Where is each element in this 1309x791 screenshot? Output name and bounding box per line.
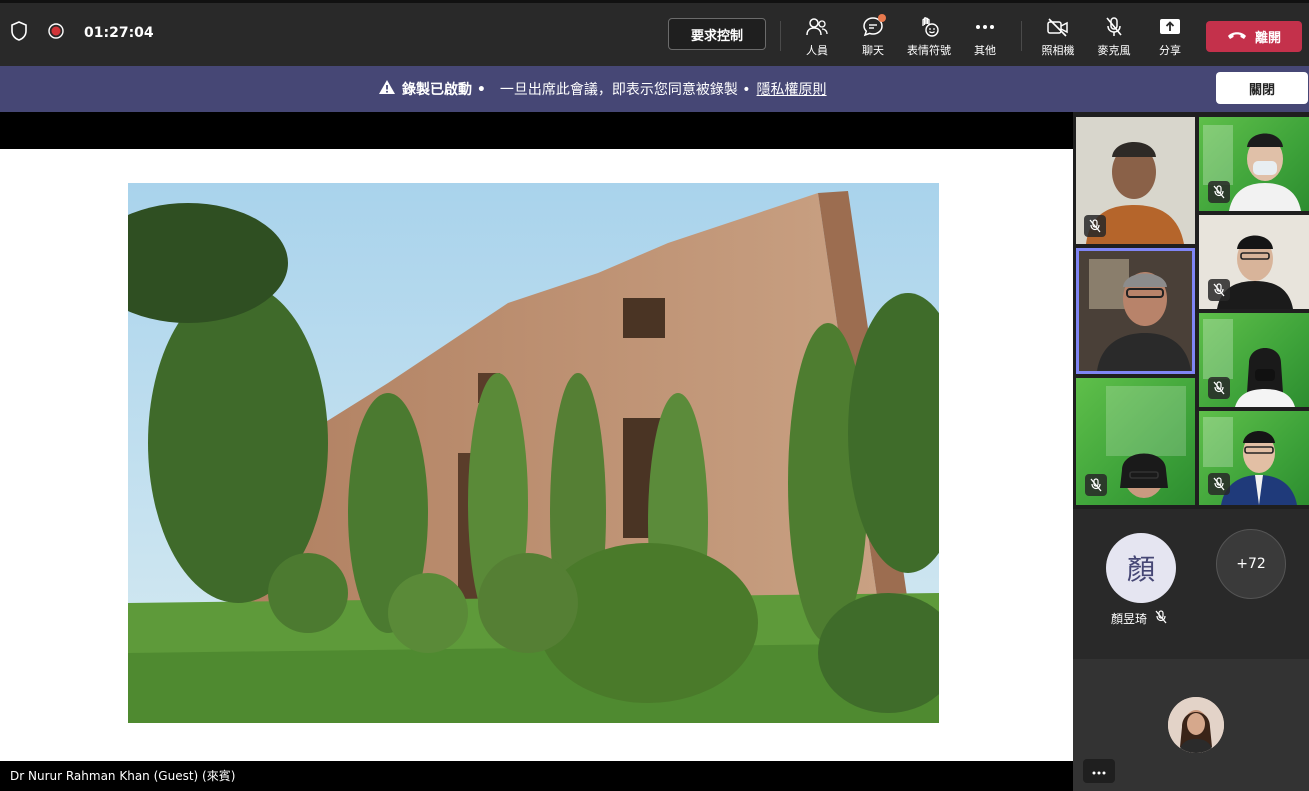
recording-banner: 錄製已啟動 • 一旦出席此會議，即表示您同意被錄製 • 隱私權原則 關閉 — [0, 66, 1309, 112]
leave-label: 離開 — [1254, 31, 1281, 46]
toolbar-divider — [780, 21, 781, 51]
building-photo — [128, 183, 939, 723]
leave-button[interactable]: 離開 — [1206, 21, 1302, 52]
camera-off-icon — [1046, 15, 1070, 39]
shared-content-stage: Dr Nurur Rahman Khan (Guest) (來賓) — [0, 112, 1073, 791]
share-icon — [1159, 15, 1181, 39]
more-participants-button[interactable]: +72 — [1216, 529, 1286, 599]
camera-button[interactable]: 照相機 — [1028, 15, 1088, 63]
more-label: 其他 — [974, 44, 996, 57]
audio-participants-row: 顏 顏昱琦 +72 — [1073, 509, 1309, 659]
muted-mic-icon — [1084, 215, 1106, 237]
close-banner-button[interactable]: 關閉 — [1216, 72, 1308, 104]
self-avatar[interactable] — [1168, 697, 1224, 753]
chat-label: 聊天 — [862, 44, 884, 57]
recording-icon — [48, 23, 64, 43]
meeting-status: 01:27:04 — [10, 21, 154, 45]
self-preview-area — [1073, 659, 1309, 791]
muted-mic-icon — [1155, 609, 1167, 628]
participants-gallery: 顏 顏昱琦 +72 — [1073, 112, 1309, 791]
toolbar-divider — [1021, 21, 1022, 51]
muted-mic-icon — [1208, 279, 1230, 301]
consent-text: 一旦出席此會議，即表示您同意被錄製 • — [499, 82, 751, 98]
muted-mic-icon — [1208, 377, 1230, 399]
more-icon — [975, 15, 995, 39]
unread-dot — [878, 14, 886, 22]
teams-meeting-window: 01:27:04 要求控制 人員 聊天 表情符號 其他 照相機 麥克風 分享 離… — [0, 0, 1309, 791]
meeting-timer: 01:27:04 — [84, 25, 154, 41]
presentation-slide — [0, 149, 1073, 761]
participant-video-tile[interactable] — [1199, 215, 1309, 309]
active-speaker-video-tile[interactable] — [1076, 248, 1195, 374]
participant-video-tile[interactable] — [1199, 411, 1309, 505]
self-options-button[interactable] — [1083, 759, 1115, 783]
muted-mic-icon — [1208, 181, 1230, 203]
share-button[interactable]: 分享 — [1140, 15, 1200, 63]
muted-mic-icon — [1208, 473, 1230, 495]
microphone-label: 麥克風 — [1097, 44, 1131, 57]
reactions-icon — [917, 15, 941, 39]
hang-up-icon — [1227, 29, 1247, 44]
people-icon — [805, 15, 829, 39]
people-label: 人員 — [806, 44, 828, 57]
presenter-name-label: Dr Nurur Rahman Khan (Guest) (來賓) — [0, 763, 246, 787]
audio-participant-name-row: 顏昱琦 — [1111, 609, 1167, 628]
reactions-label: 表情符號 — [907, 44, 951, 57]
reactions-button[interactable]: 表情符號 — [899, 15, 959, 63]
more-actions-button[interactable]: 其他 — [955, 15, 1015, 63]
recording-notice: 錄製已啟動 • 一旦出席此會議，即表示您同意被錄製 • 隱私權原則 — [378, 79, 827, 99]
mic-off-icon — [1104, 15, 1124, 39]
muted-mic-icon — [1085, 474, 1107, 496]
camera-label: 照相機 — [1041, 44, 1075, 57]
people-button[interactable]: 人員 — [787, 15, 847, 63]
shield-icon — [10, 21, 28, 45]
participant-video-tile[interactable] — [1199, 117, 1309, 211]
warning-icon — [378, 79, 396, 99]
recording-started-text: 錄製已啟動 • — [402, 82, 486, 98]
privacy-policy-link[interactable]: 隱私權原則 — [757, 79, 827, 99]
chat-button[interactable]: 聊天 — [843, 14, 903, 63]
participant-video-tile[interactable] — [1199, 313, 1309, 407]
participant-avatar[interactable]: 顏 — [1106, 533, 1176, 603]
request-control-button[interactable]: 要求控制 — [668, 18, 766, 50]
share-label: 分享 — [1159, 44, 1181, 57]
participant-video-tile[interactable] — [1076, 117, 1195, 244]
more-icon — [1092, 763, 1106, 779]
chat-icon — [861, 14, 886, 39]
participant-video-tile[interactable] — [1076, 378, 1195, 505]
participant-name: 顏昱琦 — [1111, 612, 1148, 626]
microphone-button[interactable]: 麥克風 — [1084, 15, 1144, 63]
meeting-toolbar: 01:27:04 要求控制 人員 聊天 表情符號 其他 照相機 麥克風 分享 離… — [0, 0, 1309, 66]
